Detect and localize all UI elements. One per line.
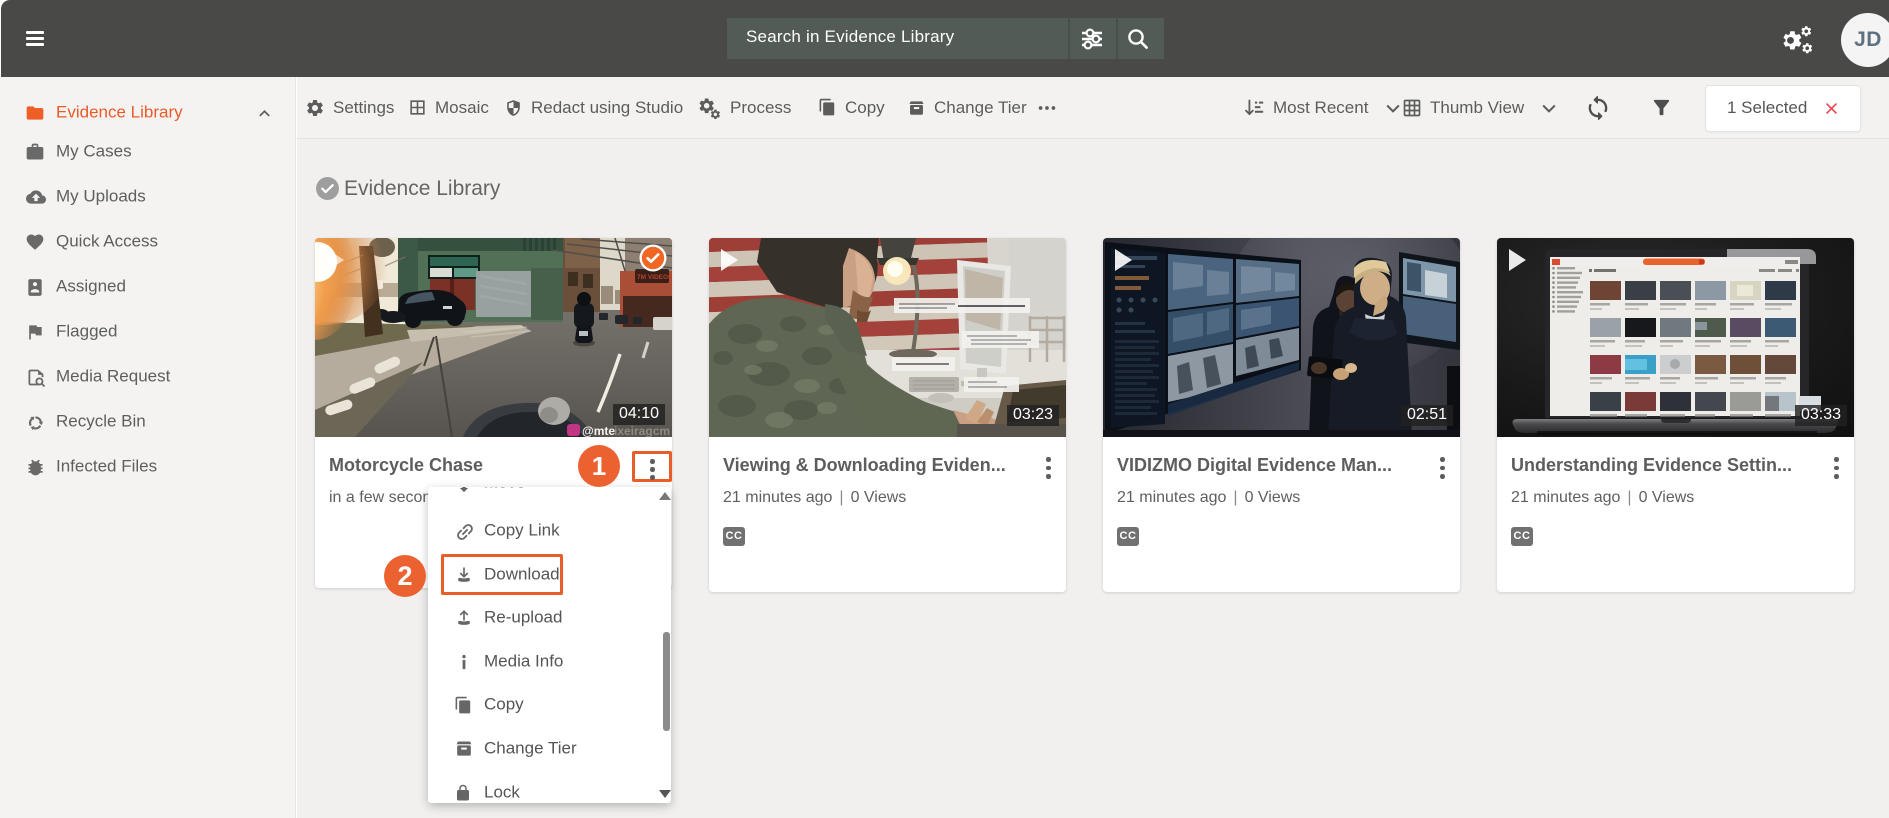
svg-text:7M VIDEOS: 7M VIDEOS xyxy=(637,274,672,281)
svg-text:@mte: @mte xyxy=(582,424,615,437)
svg-text:ixeiragcm: ixeiragcm xyxy=(614,424,670,437)
